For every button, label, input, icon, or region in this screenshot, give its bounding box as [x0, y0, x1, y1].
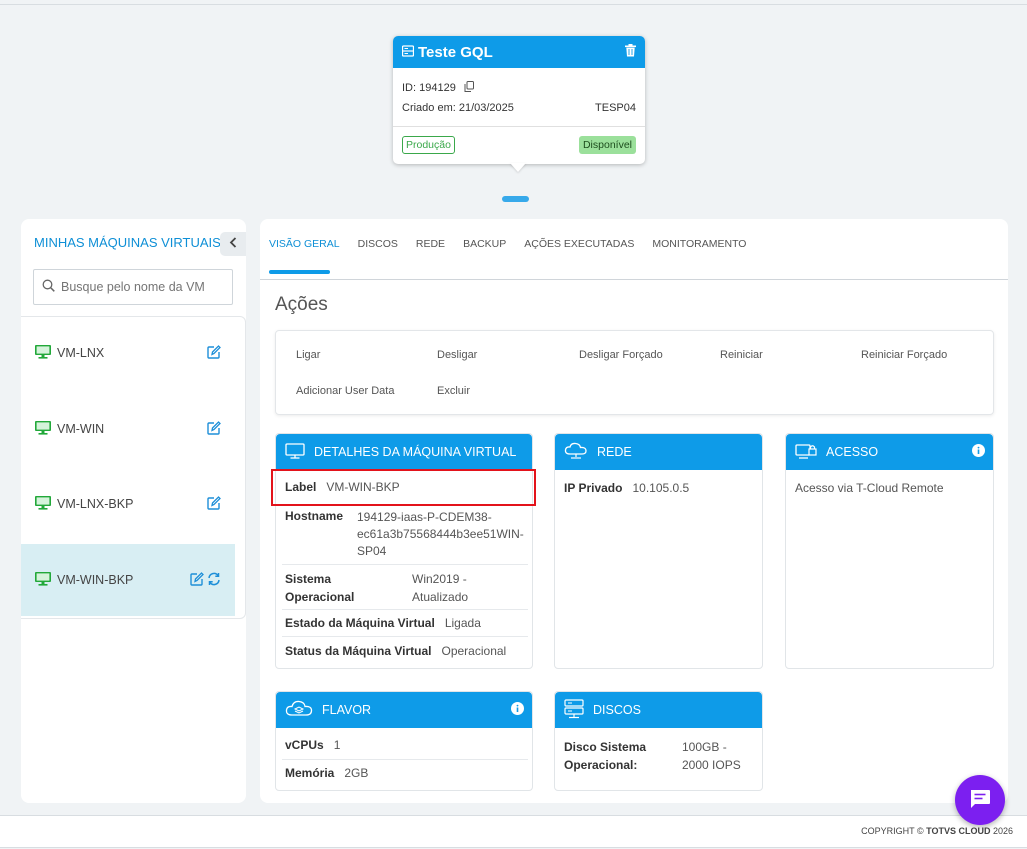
access-text: Acesso via T-Cloud Remote: [795, 481, 944, 495]
card-header: DISCOS: [555, 692, 762, 728]
edit-icon[interactable]: [190, 571, 204, 589]
copyright: COPYRIGHT © TOTVS CLOUD 2026: [861, 826, 1013, 836]
collapse-button[interactable]: [220, 232, 246, 256]
edit-icon[interactable]: [207, 344, 221, 362]
monitor-icon: [34, 344, 52, 362]
card-header: FLAVOR: [276, 692, 532, 728]
node-location: TESP04: [595, 102, 636, 114]
hostname-key: Hostname: [285, 509, 344, 523]
sidebar-title: MINHAS MÁQUINAS VIRTUAIS: [34, 235, 221, 250]
section-title-acoes: Ações: [275, 294, 328, 315]
estado-row: Estado da Máquina Virtual Ligada: [285, 616, 481, 630]
node-id: ID: 194129: [402, 82, 456, 94]
access-card: ACESSO Acesso via T-Cloud Remote: [785, 433, 994, 669]
card-header: REDE: [555, 434, 762, 470]
env-badge: Produção: [402, 136, 455, 154]
search-input[interactable]: [61, 280, 221, 294]
tab-bar: VISÃO GERAL DISCOS REDE BACKUP AÇÕES EXE…: [269, 238, 764, 258]
vm-search[interactable]: [33, 269, 233, 305]
vm-item-vm-lnx[interactable]: VM-LNX: [21, 317, 235, 389]
vm-detail-panel: VISÃO GERAL DISCOS REDE BACKUP AÇÕES EXE…: [260, 219, 1008, 803]
vm-item-vm-win[interactable]: VM-WIN: [21, 393, 235, 465]
disks-card: DISCOS Disco Sistema Operacional: 100GB -…: [554, 691, 763, 791]
node-created: Criado em: 21/03/2025: [402, 102, 514, 114]
vm-item-vm-win-bkp[interactable]: VM-WIN-BKP: [21, 544, 235, 616]
tab-acoes-executadas[interactable]: AÇÕES EXECUTADAS: [524, 238, 634, 258]
card-title: DISCOS: [593, 703, 641, 717]
vm-name: VM-LNX-BKP: [57, 497, 134, 511]
vm-name: VM-WIN: [57, 422, 105, 436]
cloud-network-icon: [564, 442, 588, 463]
action-adicionar-user-data[interactable]: Adicionar User Data: [296, 385, 394, 397]
remote-lock-icon: [795, 442, 817, 463]
cloud-layers-icon: [285, 699, 313, 722]
card-header: ACESSO: [786, 434, 993, 470]
storage-icon: [564, 698, 584, 722]
monitor-outline-icon: [285, 442, 305, 462]
status-row: Status da Máquina Virtual Operacional: [285, 644, 507, 658]
card-title: DETALHES DA MÁQUINA VIRTUAL: [314, 445, 517, 459]
status-badge: Disponível: [578, 136, 636, 154]
action-reiniciar-forcado[interactable]: Reiniciar Forçado: [861, 349, 947, 361]
chat-icon: [969, 789, 991, 812]
card-title: REDE: [597, 445, 632, 459]
node-title: Teste GQL: [418, 43, 493, 61]
vm-name: VM-WIN-BKP: [57, 573, 134, 587]
vm-sidebar: MINHAS MÁQUINAS VIRTUAIS VM-LNX VM-WIN V…: [21, 219, 246, 803]
disco-value: 100GB -2000 IOPS: [682, 740, 741, 772]
highlight-box: [271, 469, 536, 506]
ip-row: IP Privado 10.105.0.5: [564, 481, 690, 495]
action-reiniciar[interactable]: Reiniciar: [720, 349, 763, 361]
tab-discos[interactable]: DISCOS: [358, 238, 398, 258]
info-icon[interactable]: [511, 702, 524, 718]
trash-icon[interactable]: [625, 44, 636, 60]
footer: COPYRIGHT © TOTVS CLOUD 2026: [0, 815, 1027, 848]
tab-backup[interactable]: BACKUP: [463, 238, 506, 258]
vcpu-row: vCPUs 1: [285, 738, 341, 752]
card-header: DETALHES DA MÁQUINA VIRTUAL: [276, 434, 532, 470]
server-icon: [401, 44, 415, 60]
action-ligar[interactable]: Ligar: [296, 349, 320, 361]
action-desligar-forcado[interactable]: Desligar Forçado: [579, 349, 663, 361]
vm-item-vm-lnx-bkp[interactable]: VM-LNX-BKP: [21, 468, 235, 540]
active-tab-indicator: [269, 270, 330, 274]
monitor-icon: [34, 420, 52, 438]
so-key: Sistema Operacional: [285, 572, 355, 604]
actions-panel: Ligar Desligar Desligar Forçado Reinicia…: [275, 330, 994, 415]
flavor-card: FLAVOR vCPUs 1 Memória 2GB: [275, 691, 533, 791]
copy-icon[interactable]: [464, 81, 474, 95]
network-card: REDE IP Privado 10.105.0.5: [554, 433, 763, 669]
node-pointer: [510, 163, 526, 172]
node-card[interactable]: Teste GQL ID: 194129 Criado em: 21/03/20…: [393, 36, 645, 164]
memoria-row: Memória 2GB: [285, 766, 369, 780]
vm-list: VM-LNX VM-WIN VM-LNX-BKP VM-WIN-BKP: [21, 316, 246, 619]
tab-visao-geral[interactable]: VISÃO GERAL: [269, 238, 340, 258]
node-card-header: Teste GQL: [393, 36, 645, 68]
monitor-icon: [34, 571, 52, 589]
refresh-icon[interactable]: [207, 572, 221, 589]
disco-key: Disco Sistema Operacional:: [564, 740, 647, 772]
vm-name: VM-LNX: [57, 346, 105, 360]
action-excluir[interactable]: Excluir: [437, 385, 470, 397]
edit-icon[interactable]: [207, 495, 221, 513]
action-desligar[interactable]: Desligar: [437, 349, 477, 361]
so-value: Win2019 - Atualizado: [412, 572, 469, 604]
info-icon[interactable]: [972, 444, 985, 460]
chat-button[interactable]: [955, 775, 1005, 825]
chevron-left-icon: [229, 237, 237, 251]
card-title: FLAVOR: [322, 703, 372, 717]
tab-monitoramento[interactable]: MONITORAMENTO: [652, 238, 746, 258]
card-title: ACESSO: [826, 445, 879, 459]
node-connector: [502, 196, 529, 202]
hostname-value: 194129-iaas-P-CDEM38- ec61a3b75568444b3ee…: [357, 510, 524, 558]
edit-icon[interactable]: [207, 420, 221, 438]
monitor-icon: [34, 495, 52, 513]
tab-rede[interactable]: REDE: [416, 238, 445, 258]
search-icon: [42, 279, 55, 295]
